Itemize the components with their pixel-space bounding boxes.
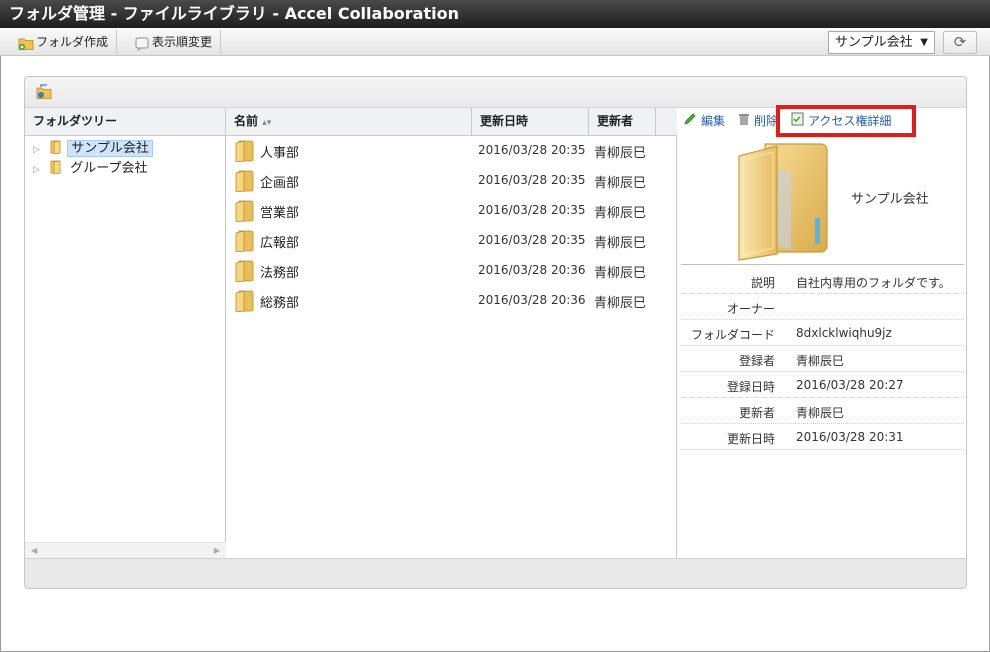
detail-property: 登録日時 2016/03/28 20:27 xyxy=(681,372,964,398)
change-order-label: 表示順変更 xyxy=(152,35,213,49)
row-updated-at: 2016/03/28 20:35 xyxy=(478,233,586,247)
window-title: フォルダ管理 - ファイルライブラリ - Accel Collaboration xyxy=(0,0,990,28)
folder-icon xyxy=(235,230,255,255)
trash-icon xyxy=(738,112,750,131)
row-name: 企画部 xyxy=(260,176,300,191)
row-updated-at: 2016/03/28 20:36 xyxy=(478,293,586,307)
detail-property: 登録者 青柳辰巳 xyxy=(681,346,964,372)
property-value: 青柳辰巳 xyxy=(796,354,845,368)
detail-property: 更新日時 2016/03/28 20:31 xyxy=(681,424,964,450)
property-key: 登録日時 xyxy=(726,380,775,394)
property-key: 登録者 xyxy=(738,354,775,368)
column-spacer xyxy=(656,108,677,136)
table-row[interactable]: 法務部 2016/03/28 20:36 青柳辰巳 xyxy=(226,256,677,286)
property-key: 更新日時 xyxy=(726,432,775,446)
create-folder-button[interactable]: フォルダ作成 xyxy=(10,30,118,54)
row-updated-at: 2016/03/28 20:35 xyxy=(478,203,586,217)
row-name: 広報部 xyxy=(260,236,300,251)
large-folder-icon xyxy=(735,138,835,265)
folder-up-icon[interactable] xyxy=(36,84,52,103)
table-row[interactable]: 広報部 2016/03/28 20:35 青柳辰巳 xyxy=(226,226,677,256)
property-value: 青柳辰巳 xyxy=(796,406,845,420)
property-key: 更新者 xyxy=(738,406,775,420)
property-value: 2016/03/28 20:31 xyxy=(796,430,904,444)
folder-icon xyxy=(50,140,61,155)
table-row[interactable]: 企画部 2016/03/28 20:35 青柳辰巳 xyxy=(226,166,677,196)
row-updated-at: 2016/03/28 20:35 xyxy=(478,173,586,187)
horizontal-scrollbar[interactable]: ◀ ▶ xyxy=(25,542,226,558)
property-key: 説明 xyxy=(750,276,775,290)
toolbar: フォルダ作成 表示順変更 サンプル会社 ▼ ⟳ xyxy=(0,28,990,56)
row-updated-by: 青柳辰巳 xyxy=(594,236,647,251)
property-value: 2016/03/28 20:27 xyxy=(796,378,904,392)
property-key: オーナー xyxy=(726,302,775,316)
panel-footer xyxy=(25,558,966,588)
property-value: 自社内専用のフォルダです。 xyxy=(796,276,951,290)
tree-item-label: サンプル会社 xyxy=(67,140,153,157)
company-select[interactable]: サンプル会社 ▼ xyxy=(828,31,935,54)
expand-icon[interactable]: ▷ xyxy=(33,141,45,159)
folder-icon xyxy=(235,170,255,195)
folder-icon xyxy=(235,290,255,315)
column-updated-by[interactable]: 更新者 xyxy=(589,108,656,136)
folder-icon xyxy=(235,260,255,285)
tree-header: フォルダツリー xyxy=(25,108,225,136)
expand-icon[interactable]: ▷ xyxy=(33,161,45,179)
folder-list: 名前 ▴▾ 更新日時 更新者 人事部 2016/03/28 20:35 青柳辰巳 企画… xyxy=(226,108,677,558)
column-updated-at[interactable]: 更新日時 xyxy=(472,108,589,136)
chevron-down-icon: ▼ xyxy=(920,37,928,48)
scroll-right-icon[interactable]: ▶ xyxy=(214,546,220,555)
detail-property: フォルダコード 8dxlcklwiqhu9jz xyxy=(681,320,964,346)
edit-button[interactable]: 編集 xyxy=(683,112,725,130)
property-value: 8dxlcklwiqhu9jz xyxy=(796,326,892,340)
tree-item-label: グループ会社 xyxy=(70,161,148,176)
panel-header xyxy=(25,77,966,108)
row-name: 営業部 xyxy=(260,206,300,221)
table-row[interactable]: 総務部 2016/03/28 20:36 青柳辰巳 xyxy=(226,286,677,316)
delete-button[interactable]: 削除 xyxy=(738,112,778,130)
folder-icon xyxy=(235,200,255,225)
detail-folder-name: サンプル会社 xyxy=(851,192,929,207)
table-row[interactable]: 営業部 2016/03/28 20:35 青柳辰巳 xyxy=(226,196,677,226)
row-name: 人事部 xyxy=(260,146,300,161)
detail-separator xyxy=(681,264,964,265)
detail-property: 説明 自社内専用のフォルダです。 xyxy=(681,268,964,294)
row-updated-at: 2016/03/28 20:35 xyxy=(478,143,586,157)
folder-tree: フォルダツリー ▷ サンプル会社 ▷ グループ会社 ◀ ▶ xyxy=(25,108,226,558)
column-name[interactable]: 名前 ▴▾ xyxy=(226,108,472,136)
folder-icon xyxy=(50,160,61,175)
detail-property: オーナー xyxy=(681,294,964,320)
tree-item-sample-company[interactable]: ▷ サンプル会社 xyxy=(33,140,153,158)
row-updated-by: 青柳辰巳 xyxy=(594,176,647,191)
main-panel: フォルダツリー ▷ サンプル会社 ▷ グループ会社 ◀ ▶ 名前 ▴▾ 更新日時… xyxy=(24,76,967,589)
change-order-button[interactable]: 表示順変更 xyxy=(126,30,222,54)
folder-icon xyxy=(235,140,255,165)
row-updated-at: 2016/03/28 20:36 xyxy=(478,263,586,277)
company-select-value: サンプル会社 xyxy=(835,35,913,50)
pencil-icon xyxy=(683,112,697,131)
sort-order-icon xyxy=(134,35,150,59)
folder-detail: 編集 削除 アクセス権詳細 サンプル会社 説明 自社内専用のフォルダです。 オー… xyxy=(677,108,966,558)
property-key: フォルダコード xyxy=(690,328,775,342)
refresh-button[interactable]: ⟳ xyxy=(943,31,977,54)
scroll-left-icon[interactable]: ◀ xyxy=(31,546,37,555)
create-folder-label: フォルダ作成 xyxy=(36,35,109,49)
sort-asc-icon: ▴▾ xyxy=(262,118,272,128)
row-updated-by: 青柳辰巳 xyxy=(594,206,647,221)
row-updated-by: 青柳辰巳 xyxy=(594,266,647,281)
highlight-box xyxy=(776,105,916,137)
row-name: 総務部 xyxy=(260,296,300,311)
tree-item-group-company[interactable]: ▷ グループ会社 xyxy=(33,160,151,178)
refresh-icon: ⟳ xyxy=(953,33,967,51)
row-name: 法務部 xyxy=(260,266,300,281)
folder-add-icon xyxy=(18,35,34,59)
row-updated-by: 青柳辰巳 xyxy=(594,146,647,161)
table-row[interactable]: 人事部 2016/03/28 20:35 青柳辰巳 xyxy=(226,136,677,166)
detail-property: 更新者 青柳辰巳 xyxy=(681,398,964,424)
row-updated-by: 青柳辰巳 xyxy=(594,296,647,311)
